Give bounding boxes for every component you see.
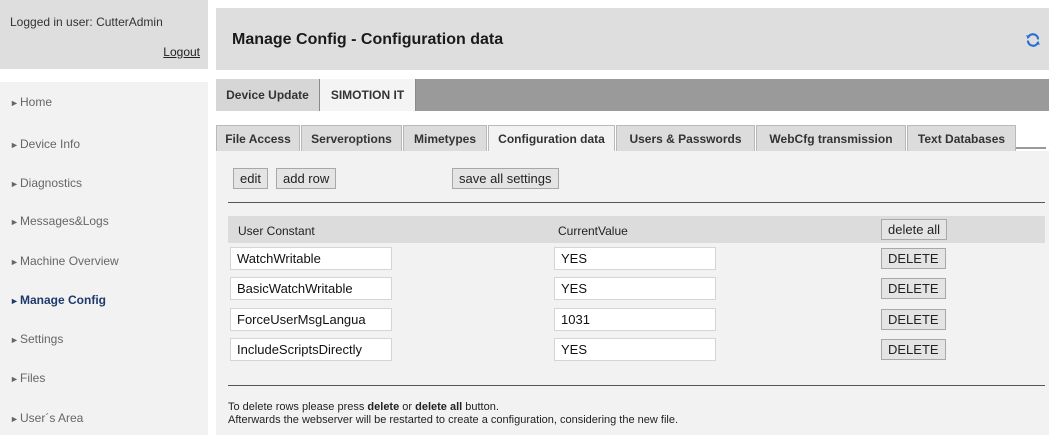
- separator-bottom: [228, 385, 1045, 386]
- sidebar-nav: ►Home ►Device Info ►Diagnostics ►Message…: [0, 82, 208, 435]
- current-value-field[interactable]: YES: [554, 338, 716, 361]
- nav-item-label: Home: [20, 95, 53, 109]
- page-title: Manage Config - Configuration data: [232, 31, 504, 48]
- user-constant-field[interactable]: IncludeScriptsDirectly: [230, 338, 392, 361]
- column-header-current-value: CurrentValue: [558, 224, 628, 238]
- nav-item-label: Machine Overview: [20, 254, 119, 268]
- tab-device-update[interactable]: Device Update: [216, 79, 320, 111]
- delete-row-button[interactable]: DELETE: [881, 309, 946, 330]
- column-header-user-constant: User Constant: [238, 224, 315, 238]
- page-header: Manage Config - Configuration data: [216, 8, 1049, 70]
- delete-row-button[interactable]: DELETE: [881, 248, 946, 269]
- tab-simotion-it[interactable]: SIMOTION IT: [320, 79, 416, 111]
- user-constant-field[interactable]: WatchWritable: [230, 247, 392, 270]
- tab-serveroptions[interactable]: Serveroptions: [301, 125, 402, 151]
- logged-in-user-text: Logged in user: CutterAdmin: [10, 15, 163, 29]
- help-text-part: button.: [462, 401, 499, 413]
- tab-users-passwords[interactable]: Users & Passwords: [616, 125, 755, 151]
- nav-item-device-info[interactable]: ►Device Info: [10, 134, 80, 154]
- separator-top: [228, 202, 1045, 203]
- nav-item-home[interactable]: ►Home: [10, 92, 52, 112]
- tab-text-databases[interactable]: Text Databases: [907, 125, 1016, 151]
- nav-item-messages-logs[interactable]: ►Messages&Logs: [10, 211, 109, 231]
- nav-item-manage-config[interactable]: ►Manage Config: [10, 290, 106, 310]
- save-all-settings-button[interactable]: save all settings: [452, 168, 559, 189]
- arrow-right-icon: ►: [10, 296, 19, 306]
- help-text-part: or: [399, 401, 416, 413]
- delete-all-button[interactable]: delete all: [881, 219, 948, 240]
- nav-item-settings[interactable]: ►Settings: [10, 329, 63, 349]
- arrow-right-icon: ►: [10, 414, 19, 424]
- nav-item-label: Device Info: [20, 137, 81, 151]
- help-text-part: To delete rows please press: [228, 401, 368, 413]
- help-text: To delete rows please press delete or de…: [228, 401, 678, 427]
- arrow-right-icon: ►: [10, 179, 19, 189]
- nav-item-label: User´s Area: [20, 411, 84, 425]
- nav-item-label: Files: [20, 371, 46, 385]
- help-line-2: Afterwards the webserver will be restart…: [228, 414, 679, 426]
- help-text-delete: delete: [367, 401, 400, 413]
- user-constant-field[interactable]: BasicWatchWritable: [230, 277, 392, 300]
- delete-row-button[interactable]: DELETE: [881, 339, 946, 360]
- current-value-field[interactable]: YES: [554, 277, 716, 300]
- help-line-1: To delete rows please press delete or de…: [228, 401, 678, 414]
- content-area: edit add row save all settings User Cons…: [216, 151, 1049, 435]
- sidebar: Logged in user: CutterAdmin Logout ►Home…: [0, 0, 208, 435]
- tab-mimetypes[interactable]: Mimetypes: [403, 125, 487, 151]
- login-box: Logged in user: CutterAdmin Logout: [0, 0, 208, 72]
- nav-item-machine-overview[interactable]: ►Machine Overview: [10, 251, 119, 271]
- nav-item-label: Messages&Logs: [20, 214, 109, 228]
- nav-item-users-area[interactable]: ►User´s Area: [10, 408, 83, 428]
- nav-item-files[interactable]: ►Files: [10, 368, 45, 388]
- arrow-right-icon: ►: [10, 374, 19, 384]
- nav-item-diagnostics[interactable]: ►Diagnostics: [10, 173, 82, 193]
- tab-file-access[interactable]: File Access: [216, 125, 300, 151]
- arrow-right-icon: ►: [10, 98, 19, 108]
- add-row-button[interactable]: add row: [276, 168, 337, 189]
- arrow-right-icon: ►: [10, 217, 19, 227]
- table-header: User Constant CurrentValue delete all: [228, 216, 1045, 243]
- nav-item-label: Settings: [20, 332, 64, 346]
- arrow-right-icon: ►: [10, 140, 19, 150]
- current-value-field[interactable]: 1031: [554, 308, 716, 331]
- refresh-icon[interactable]: [1025, 32, 1041, 48]
- tab-bar-line: [1016, 147, 1046, 149]
- delete-row-button[interactable]: DELETE: [881, 278, 946, 299]
- help-text-delete-all: delete all: [415, 401, 463, 413]
- edit-button[interactable]: edit: [233, 168, 268, 189]
- user-constant-field[interactable]: ForceUserMsgLangua: [230, 308, 392, 331]
- sub-tab-bar: File Access Serveroptions Mimetypes Conf…: [216, 119, 1049, 151]
- arrow-right-icon: ►: [10, 257, 19, 267]
- top-tab-bar: Device Update SIMOTION IT: [216, 79, 1049, 111]
- nav-item-label: Diagnostics: [20, 176, 83, 190]
- logout-link[interactable]: Logout: [163, 45, 200, 59]
- tab-configuration-data[interactable]: Configuration data: [488, 125, 615, 151]
- arrow-right-icon: ►: [10, 335, 19, 345]
- tab-webcfg-transmission[interactable]: WebCfg transmission: [756, 125, 906, 151]
- nav-item-label: Manage Config: [20, 293, 106, 307]
- current-value-field[interactable]: YES: [554, 247, 716, 270]
